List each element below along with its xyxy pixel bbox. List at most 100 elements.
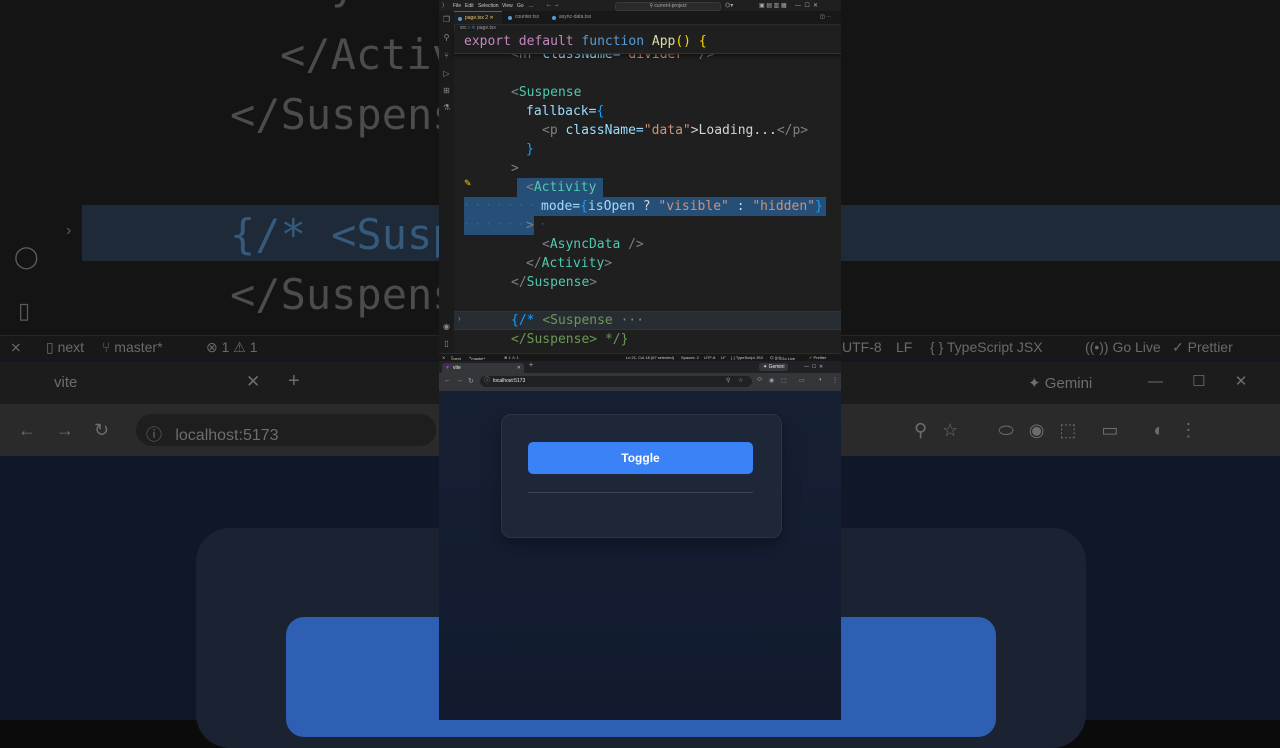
- status-spaces[interactable]: Spaces: 2: [681, 355, 699, 360]
- tsx-icon: [508, 16, 512, 20]
- status-problems[interactable]: ⊗ 1 ⚠ 1: [504, 355, 519, 360]
- back-icon[interactable]: ←: [444, 377, 451, 384]
- editor-tabs: page.tsx 2 ✕ counter.tsx async-data.tsx …: [454, 11, 841, 25]
- menu-selection[interactable]: Selection: [478, 3, 499, 9]
- lightbulb-icon[interactable]: ✎: [464, 178, 472, 189]
- account-icon: ◯: [14, 244, 39, 269]
- flask-icon[interactable]: ⚗: [442, 103, 451, 112]
- background-new-tab-icon: +: [288, 370, 300, 392]
- extensions-icon[interactable]: ⊞: [442, 86, 451, 95]
- bookmark-star-icon[interactable]: ☆: [738, 376, 743, 387]
- screen-recording-frame: ⟩ File Edit Selection View Go ... ← → ⚲ …: [439, 0, 841, 720]
- browser-tab-vite[interactable]: ▼ vite ✕: [442, 363, 524, 373]
- puzzle-icon[interactable]: ⬚: [781, 377, 787, 384]
- background-window-controls: — ☐ ✕: [1148, 373, 1248, 390]
- remote-icon[interactable]: ⨯: [442, 355, 445, 360]
- site-info-icon[interactable]: ⓘ: [484, 376, 490, 387]
- code-editor[interactable]: export default function App() { <hr clas…: [454, 31, 841, 353]
- status-branch[interactable]: ⑂ master*: [469, 355, 485, 361]
- address-bar[interactable]: ⓘ localhost:5173 ⚲ ☆: [480, 376, 752, 387]
- sticky-scroll-header: export default function App() {: [454, 31, 841, 54]
- background-code-suspense-close: </Suspens: [230, 270, 458, 319]
- avatar[interactable]: ◐: [819, 377, 823, 383]
- background-status-problems: ⊗ 1 ⚠ 1: [206, 339, 258, 355]
- settings-icon[interactable]: ▯: [442, 339, 451, 348]
- command-center[interactable]: ⚲ current-project: [615, 2, 721, 11]
- tab-page-tsx[interactable]: page.tsx 2 ✕: [454, 11, 502, 24]
- status-prettier[interactable]: ✓ Prettier: [809, 355, 826, 360]
- background-status-branch: ⑂ master*: [102, 339, 163, 355]
- vite-logo-icon: ▼: [445, 365, 450, 371]
- window-controls[interactable]: — ☐ ✕: [795, 2, 818, 9]
- code-line-activity-gt: >: [526, 218, 534, 233]
- vscode-logo-icon: ⟩: [442, 3, 445, 9]
- background-status-prettier: ✓ Prettier: [1172, 339, 1233, 355]
- background-tab-title: vite: [54, 374, 78, 391]
- gemini-button[interactable]: ✦ Gemini: [759, 363, 789, 371]
- code-line-activity-close: </Activity>: [526, 256, 613, 271]
- reload-icon[interactable]: ↻: [468, 377, 474, 385]
- browser-tab-strip: ▼ vite ✕ + ✦ Gemini — ☐ ✕: [439, 361, 841, 373]
- background-toolbar-icons: ⚲ ☆ ⬭ ◉ ⬚ ▭ ◐ ⋮: [914, 420, 1198, 440]
- close-tab-icon[interactable]: ✕: [517, 363, 521, 373]
- code-line-suspense-close: </Suspense>: [511, 275, 598, 290]
- status-eol[interactable]: LF: [721, 355, 726, 360]
- copilot-icon[interactable]: ⌬▾: [725, 2, 733, 9]
- status-language[interactable]: { } TypeScript JSX: [731, 355, 763, 360]
- explorer-icon[interactable]: ❐: [442, 15, 451, 24]
- status-golive[interactable]: ⌬ ((•)) Go Live: [770, 355, 795, 361]
- menu-edit[interactable]: Edit: [465, 3, 474, 9]
- new-tab-icon[interactable]: +: [529, 362, 533, 369]
- menu-file[interactable]: File: [453, 3, 461, 9]
- extension-icon[interactable]: ⬭: [757, 377, 762, 384]
- status-position[interactable]: Ln 21, Col 18 (67 selected): [626, 355, 674, 360]
- nav-back-forward-icon[interactable]: ← →: [546, 2, 560, 8]
- browser-window-controls[interactable]: — ☐ ✕: [804, 364, 823, 370]
- background-status-golive: ((•)) Go Live: [1085, 339, 1161, 355]
- tsx-icon: [552, 16, 556, 20]
- background-status-language: { } TypeScript JSX: [930, 339, 1043, 355]
- run-debug-icon[interactable]: ▷: [442, 69, 451, 78]
- menu-more[interactable]: ...: [529, 3, 533, 9]
- background-code-comment: {/* <Susp: [230, 210, 458, 259]
- layout-icons[interactable]: ▣ ▤ ▥ ▦: [759, 2, 787, 9]
- sidepanel-icon[interactable]: ▭: [799, 377, 805, 384]
- background-tab-close-icon: ✕: [246, 372, 261, 391]
- background-status-next: ▯ next: [46, 339, 85, 355]
- account-icon[interactable]: ◉: [442, 322, 451, 331]
- menu-kebab-icon[interactable]: ⋮: [832, 377, 838, 384]
- activity-bar: ❐ ⚲ ⑂ ▷ ⊞ ⚗ ◉ ▯: [439, 11, 455, 353]
- tab-async-data-tsx[interactable]: async-data.tsx: [548, 11, 611, 24]
- code-line-comment-close: </Suspense> */}: [511, 332, 629, 347]
- menu-go[interactable]: Go: [517, 3, 524, 9]
- phone-icon: ▯: [18, 298, 31, 323]
- fold-chevron-icon[interactable]: ›: [458, 314, 461, 323]
- status-encoding[interactable]: UTF-8: [704, 355, 715, 360]
- background-status-eol: LF: [896, 339, 913, 355]
- zoom-icon[interactable]: ⚲: [726, 376, 730, 387]
- background-address: ⓘ localhost:5173: [146, 427, 279, 444]
- split-editor-icon[interactable]: ◫ ⋯: [820, 11, 831, 24]
- browser-toolbar: ← → ↻ ⓘ localhost:5173 ⚲ ☆ ⬭ ◉ ⬚ ▭ ◐ ⋮: [439, 373, 841, 391]
- code-line-mode: mode={isOpen ? "visible" : "hidden"}: [541, 199, 823, 214]
- code-line-sticky: export default function App() {: [464, 34, 707, 49]
- profile-sync-icon[interactable]: ◉: [769, 377, 774, 384]
- code-line-loading: <p className="data">Loading...</p>: [542, 123, 809, 138]
- forward-icon[interactable]: →: [456, 377, 463, 384]
- menu-view[interactable]: View: [502, 3, 513, 9]
- code-line-suspense-gt: >: [511, 161, 519, 176]
- code-line-suspense-open: <Suspense: [511, 85, 582, 100]
- web-page: Toggle: [439, 391, 841, 720]
- search-icon[interactable]: ⚲: [442, 33, 451, 42]
- source-control-icon[interactable]: ⑂: [442, 51, 451, 60]
- background-status-encoding: UTF-8: [842, 339, 882, 355]
- remote-icon: ⨯: [10, 339, 22, 355]
- code-line-activity-open: <Activity: [526, 180, 597, 195]
- toggle-button[interactable]: Toggle: [528, 442, 753, 474]
- status-workspace[interactable]: ▯ next: [451, 355, 461, 361]
- code-line-fallback-close: }: [526, 142, 534, 157]
- code-line-fallback: fallback={: [526, 104, 605, 119]
- address-url: localhost:5173: [493, 378, 526, 384]
- code-line-comment-open: {/* <Suspense ···: [511, 313, 645, 328]
- background-code-fragment: r<Asyn: [230, 0, 382, 9]
